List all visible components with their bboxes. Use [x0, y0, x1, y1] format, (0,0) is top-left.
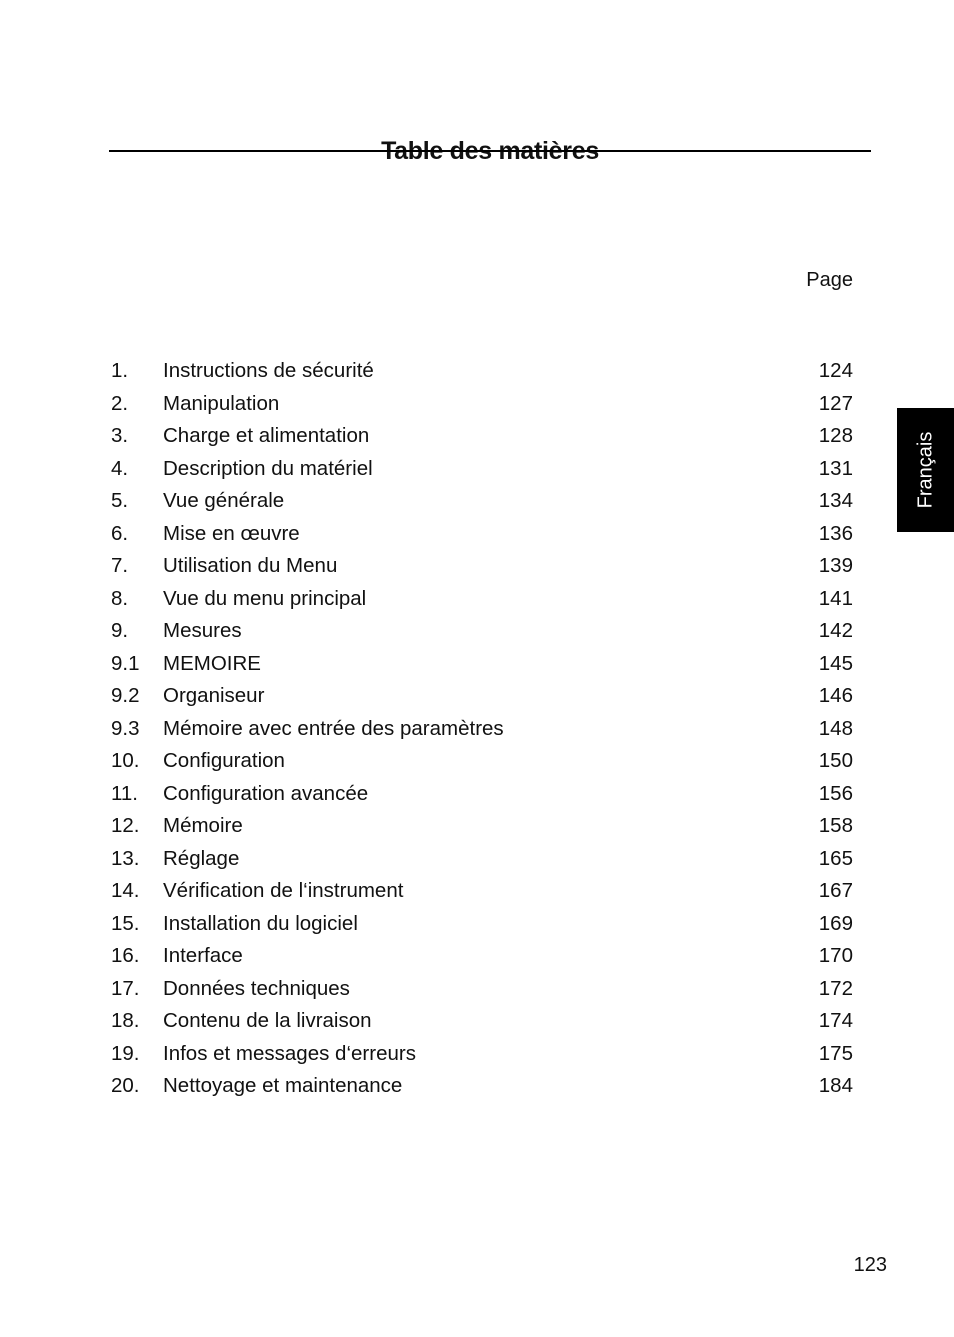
- toc-entry-page: 142: [818, 619, 853, 642]
- toc-entry[interactable]: 9.3 Mémoire avec entrée des paramètres 148: [111, 715, 853, 748]
- toc-entry-page: 174: [818, 1009, 853, 1032]
- toc-entry[interactable]: 5. Vue générale 134: [111, 487, 853, 520]
- toc-entry[interactable]: 13. Réglage 165: [111, 845, 853, 878]
- toc-entry-page: 170: [818, 944, 853, 967]
- toc-entry-number: 16.: [111, 944, 140, 967]
- toc-entry-page: 158: [818, 814, 853, 837]
- toc-entry[interactable]: 6. Mise en œuvre 136: [111, 520, 853, 553]
- toc-entry-label: Mémoire: [163, 814, 243, 837]
- toc-entry[interactable]: 20. Nettoyage et maintenance 184: [111, 1072, 853, 1105]
- toc-entry-number: 9.1: [111, 651, 140, 675]
- toc-entry-number: 7.: [111, 554, 129, 577]
- toc-entry-number: 1.: [111, 359, 129, 382]
- toc-entry-page: 128: [818, 424, 853, 447]
- toc-entry-number: 20.: [111, 1074, 140, 1097]
- toc-entry-page: 136: [818, 521, 853, 545]
- toc-entry-page: 145: [818, 651, 853, 675]
- toc-entry[interactable]: 14. Vérification de l‘instrument 167: [111, 877, 853, 910]
- toc-entry-label: Installation du logiciel: [163, 911, 358, 935]
- toc-entry-label: Mise en œuvre: [163, 521, 300, 545]
- language-tab-label: Français: [914, 431, 937, 509]
- toc-entry-number: 5.: [111, 489, 129, 512]
- toc-entry-page: 146: [818, 684, 853, 707]
- toc-entry-page: 156: [818, 781, 853, 805]
- toc-entry-label: Configuration avancée: [163, 781, 369, 805]
- toc-entry-label: Contenu de la livraison: [163, 1009, 372, 1032]
- toc-entry-number: 8.: [111, 586, 129, 610]
- toc-entry-label: Vue du menu principal: [163, 586, 367, 610]
- toc-entry-label: MEMOIRE: [163, 651, 261, 675]
- toc-entry-number: 11.: [111, 781, 138, 805]
- toc-entry-page: 184: [818, 1074, 853, 1097]
- toc-entry-label: Manipulation: [163, 391, 280, 415]
- toc-entry-number: 6.: [111, 521, 129, 545]
- toc-entry-number: 19.: [111, 1041, 140, 1065]
- toc-entry-label: Configuration: [163, 749, 285, 772]
- toc-entry-label: Description du matériel: [163, 456, 373, 480]
- title-divider: [109, 150, 871, 152]
- toc-entry[interactable]: 8. Vue du menu principal 141: [111, 585, 853, 618]
- toc-entry-page: 150: [818, 749, 853, 772]
- page-column-header: Page: [806, 269, 853, 291]
- toc-entry-page: 175: [818, 1041, 853, 1065]
- toc-entry-number: 9.2: [111, 684, 140, 707]
- language-tab: Français: [897, 408, 954, 532]
- toc-entry-number: 14.: [111, 879, 140, 902]
- toc-entry-page: 141: [818, 586, 853, 610]
- toc-entry-label: Mesures: [163, 619, 242, 642]
- toc-entry-page: 148: [818, 716, 853, 740]
- toc-entry-page: 165: [818, 846, 853, 870]
- toc-entry[interactable]: 10. Configuration 150: [111, 747, 853, 780]
- toc-entry-label: Nettoyage et maintenance: [163, 1074, 403, 1097]
- toc-entry-page: 139: [818, 554, 853, 577]
- toc-entry[interactable]: 18. Contenu de la livraison 174: [111, 1007, 853, 1040]
- toc-entry-page: 167: [818, 879, 853, 902]
- toc-entry-number: 4.: [111, 456, 129, 480]
- toc-entry[interactable]: 9.1 MEMOIRE 145: [111, 650, 853, 683]
- toc-entry-page: 124: [818, 359, 853, 382]
- toc-entry[interactable]: 17. Données techniques 172: [111, 975, 853, 1008]
- toc-entry-page: 134: [818, 489, 853, 512]
- toc-entry-number: 12.: [111, 814, 140, 837]
- toc-entry-label: Organiseur: [163, 684, 265, 707]
- toc-entry-number: 10.: [111, 749, 140, 772]
- toc-entry-label: Utilisation du Menu: [163, 554, 338, 577]
- toc-entry[interactable]: 16. Interface 170: [111, 942, 853, 975]
- toc-entry-number: 17.: [111, 976, 140, 1000]
- toc-entry-label: Réglage: [163, 846, 240, 870]
- toc-entry[interactable]: 9. Mesures 142: [111, 617, 853, 650]
- table-of-contents: 1. Instructions de sécurité 124 2. Manipulat…: [111, 357, 853, 1105]
- toc-entry-label: Infos et messages d‘erreurs: [163, 1041, 416, 1065]
- toc-entry-number: 3.: [111, 424, 129, 447]
- toc-entry-label: Interface: [163, 944, 243, 967]
- page-number: 123: [853, 1254, 887, 1276]
- toc-entry[interactable]: 1. Instructions de sécurité 124: [111, 357, 853, 390]
- toc-entry-label: Vue générale: [163, 489, 285, 512]
- toc-entry-number: 13.: [111, 846, 140, 870]
- toc-entry[interactable]: 7. Utilisation du Menu 139: [111, 552, 853, 585]
- toc-entry-number: 9.: [111, 619, 129, 642]
- toc-entry-number: 18.: [111, 1009, 140, 1032]
- toc-entry-label: Charge et alimentation: [163, 424, 370, 447]
- toc-entry[interactable]: 2. Manipulation 127: [111, 390, 853, 423]
- toc-entry[interactable]: 15. Installation du logiciel 169: [111, 910, 853, 943]
- toc-entry-label: Données techniques: [163, 976, 350, 1000]
- toc-entry[interactable]: 9.2 Organiseur 146: [111, 682, 853, 715]
- toc-entry-page: 127: [818, 391, 853, 415]
- toc-entry-page: 131: [818, 456, 853, 480]
- toc-entry-label: Vérification de l‘instrument: [163, 879, 404, 902]
- toc-entry-label: Instructions de sécurité: [163, 359, 374, 382]
- toc-entry[interactable]: 3. Charge et alimentation 128: [111, 422, 853, 455]
- toc-entry[interactable]: 11. Configuration avancée 156: [111, 780, 853, 813]
- toc-entry-number: 15.: [111, 911, 140, 935]
- toc-entry-label: Mémoire avec entrée des paramètres: [163, 716, 504, 740]
- toc-entry[interactable]: 12. Mémoire 158: [111, 812, 853, 845]
- toc-entry[interactable]: 19. Infos et messages d‘erreurs 175: [111, 1040, 853, 1073]
- toc-entry-page: 172: [818, 976, 853, 1000]
- toc-entry-page: 169: [818, 911, 853, 935]
- toc-entry-number: 2.: [111, 391, 129, 415]
- toc-entry-number: 9.3: [111, 716, 140, 740]
- toc-entry[interactable]: 4. Description du matériel 131: [111, 455, 853, 488]
